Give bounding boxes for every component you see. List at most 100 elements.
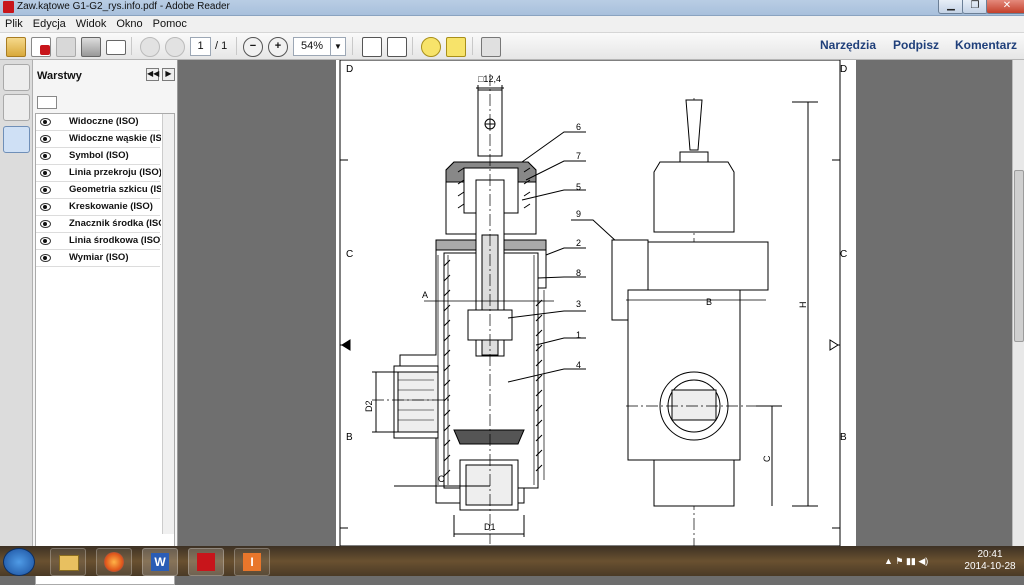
- zoom-input[interactable]: 54%: [293, 37, 331, 56]
- eye-icon[interactable]: [40, 152, 51, 160]
- eye-icon[interactable]: [40, 220, 51, 228]
- fit-page-icon[interactable]: [362, 37, 382, 57]
- panel-title: Warstwy: [37, 70, 82, 82]
- previous-page-icon[interactable]: [140, 37, 160, 57]
- next-page-icon[interactable]: [165, 37, 185, 57]
- zoom-in-icon[interactable]: +: [268, 37, 288, 57]
- layer-item: Znacznik środka (ISO): [69, 218, 161, 229]
- menu-file[interactable]: Plik: [0, 16, 28, 32]
- zoom-out-icon[interactable]: −: [243, 37, 263, 57]
- title-bar: Zaw.kątowe G1-G2_rys.info.pdf - Adobe Re…: [0, 0, 1024, 16]
- print-icon[interactable]: [81, 37, 101, 57]
- tray-icons[interactable]: ▲ ⚑ ▮▮ ◀): [884, 556, 928, 567]
- firefox-icon[interactable]: [96, 548, 132, 576]
- zone-letter: D: [346, 64, 353, 75]
- eye-icon[interactable]: [40, 203, 51, 211]
- comment-link[interactable]: Komentarz: [955, 38, 1017, 52]
- fit-width-icon[interactable]: [387, 37, 407, 57]
- svg-text:5: 5: [576, 182, 581, 192]
- comment-icon[interactable]: [421, 37, 441, 57]
- eye-icon[interactable]: [40, 237, 51, 245]
- zone-letter: B: [346, 432, 353, 443]
- svg-text:2: 2: [576, 238, 581, 248]
- restore-button[interactable]: ❐: [962, 0, 988, 14]
- save-icon[interactable]: [56, 37, 76, 57]
- email-icon[interactable]: [106, 40, 126, 55]
- menu-window[interactable]: Okno: [111, 16, 147, 32]
- clock-time: 20:41: [977, 549, 1003, 560]
- svg-text:9: 9: [576, 209, 581, 219]
- svg-text:C: C: [438, 474, 445, 484]
- create-pdf-icon[interactable]: [31, 37, 51, 57]
- eye-icon[interactable]: [40, 186, 51, 194]
- layer-item: Linia przekroju (ISO): [69, 167, 161, 178]
- zone-letter: C: [346, 249, 353, 260]
- layer-list: Widoczne (ISO) Widoczne wąskie (ISO Symb…: [35, 113, 175, 585]
- menu-bar: Plik Edycja Widok Okno Pomoc: [0, 16, 1024, 33]
- layers-panel: Warstwy ◀◀ ▶ Widoczne (ISO) Widoczne wąs…: [33, 60, 178, 585]
- svg-text:3: 3: [576, 299, 581, 309]
- layer-list-scrollbar[interactable]: [162, 114, 174, 534]
- word-icon[interactable]: W: [142, 548, 178, 576]
- menu-help[interactable]: Pomoc: [148, 16, 192, 32]
- start-button[interactable]: [3, 548, 35, 576]
- menu-edit[interactable]: Edycja: [28, 16, 71, 32]
- page-number-input[interactable]: 1: [190, 37, 211, 56]
- svg-text:D1: D1: [484, 522, 496, 532]
- eye-icon[interactable]: [40, 254, 51, 262]
- zoom-dropdown-icon[interactable]: ▼: [330, 37, 346, 56]
- zone-letter: B: [840, 432, 847, 443]
- eye-icon[interactable]: [40, 169, 51, 177]
- layer-item: Symbol (ISO): [69, 150, 129, 161]
- svg-text:4: 4: [576, 360, 581, 370]
- svg-text:1: 1: [576, 330, 581, 340]
- open-icon[interactable]: [6, 37, 26, 57]
- attachments-icon[interactable]: [3, 94, 30, 121]
- clock-date: 2014-10-28: [964, 561, 1016, 572]
- page-thumbnails-icon[interactable]: [3, 64, 30, 91]
- svg-text:B: B: [706, 297, 712, 307]
- fullscreen-icon[interactable]: [481, 37, 501, 57]
- pdf-page: D D C C B B □12,4 A D2 C D1 6 7 5 9 2 8 …: [336, 59, 856, 568]
- external-view: B H C: [611, 98, 818, 568]
- menu-view[interactable]: Widok: [71, 16, 112, 32]
- navigation-rail: [0, 60, 33, 546]
- acrobat-icon: [3, 1, 14, 13]
- zone-letter: D: [840, 64, 847, 75]
- inventor-icon[interactable]: I: [234, 548, 270, 576]
- svg-text:C: C: [762, 455, 772, 462]
- expand-panel-icon[interactable]: ▶: [162, 68, 175, 81]
- eye-icon[interactable]: [40, 135, 51, 143]
- page-total: / 1: [215, 40, 228, 52]
- layer-item: Geometria szkicu (ISO: [69, 184, 161, 195]
- layers-icon[interactable]: [3, 126, 30, 153]
- svg-text:7: 7: [576, 151, 581, 161]
- svg-text:6: 6: [576, 122, 581, 132]
- window-title: Zaw.kątowe G1-G2_rys.info.pdf - Adobe Re…: [17, 1, 230, 12]
- layer-item: Wymiar (ISO): [69, 252, 129, 263]
- svg-text:H: H: [798, 302, 808, 309]
- zone-letter: C: [840, 249, 847, 260]
- scrollbar-thumb[interactable]: [1014, 170, 1024, 342]
- close-button[interactable]: ✕: [986, 0, 1024, 14]
- svg-text:A: A: [422, 290, 428, 300]
- sign-link[interactable]: Podpisz: [893, 38, 939, 52]
- clock[interactable]: 20:41 2014-10-28: [960, 549, 1020, 573]
- options-icon[interactable]: [37, 96, 57, 109]
- technical-drawing: D D C C B B □12,4 A D2 C D1 6 7 5 9 2 8 …: [339, 59, 847, 568]
- layer-item: Widoczne (ISO): [69, 116, 139, 127]
- svg-text:□12,4: □12,4: [478, 74, 501, 84]
- tools-link[interactable]: Narzędzia: [820, 38, 876, 52]
- explorer-icon[interactable]: [50, 548, 86, 576]
- minimize-button[interactable]: ▁: [938, 0, 964, 14]
- svg-text:D2: D2: [364, 400, 374, 412]
- section-view: □12,4 A D2 C D1: [364, 74, 554, 544]
- collapse-panel-icon[interactable]: ◀◀: [146, 68, 159, 81]
- layer-item: Kreskowanie (ISO): [69, 201, 153, 212]
- svg-text:8: 8: [576, 268, 581, 278]
- highlight-icon[interactable]: [446, 37, 466, 57]
- layer-item: Widoczne wąskie (ISO: [69, 133, 161, 144]
- eye-icon[interactable]: [40, 118, 51, 126]
- toolbar: 1 / 1 − + 54% ▼ Narzędzia Podpisz Koment…: [0, 33, 1024, 60]
- acrobat-icon[interactable]: [188, 548, 224, 576]
